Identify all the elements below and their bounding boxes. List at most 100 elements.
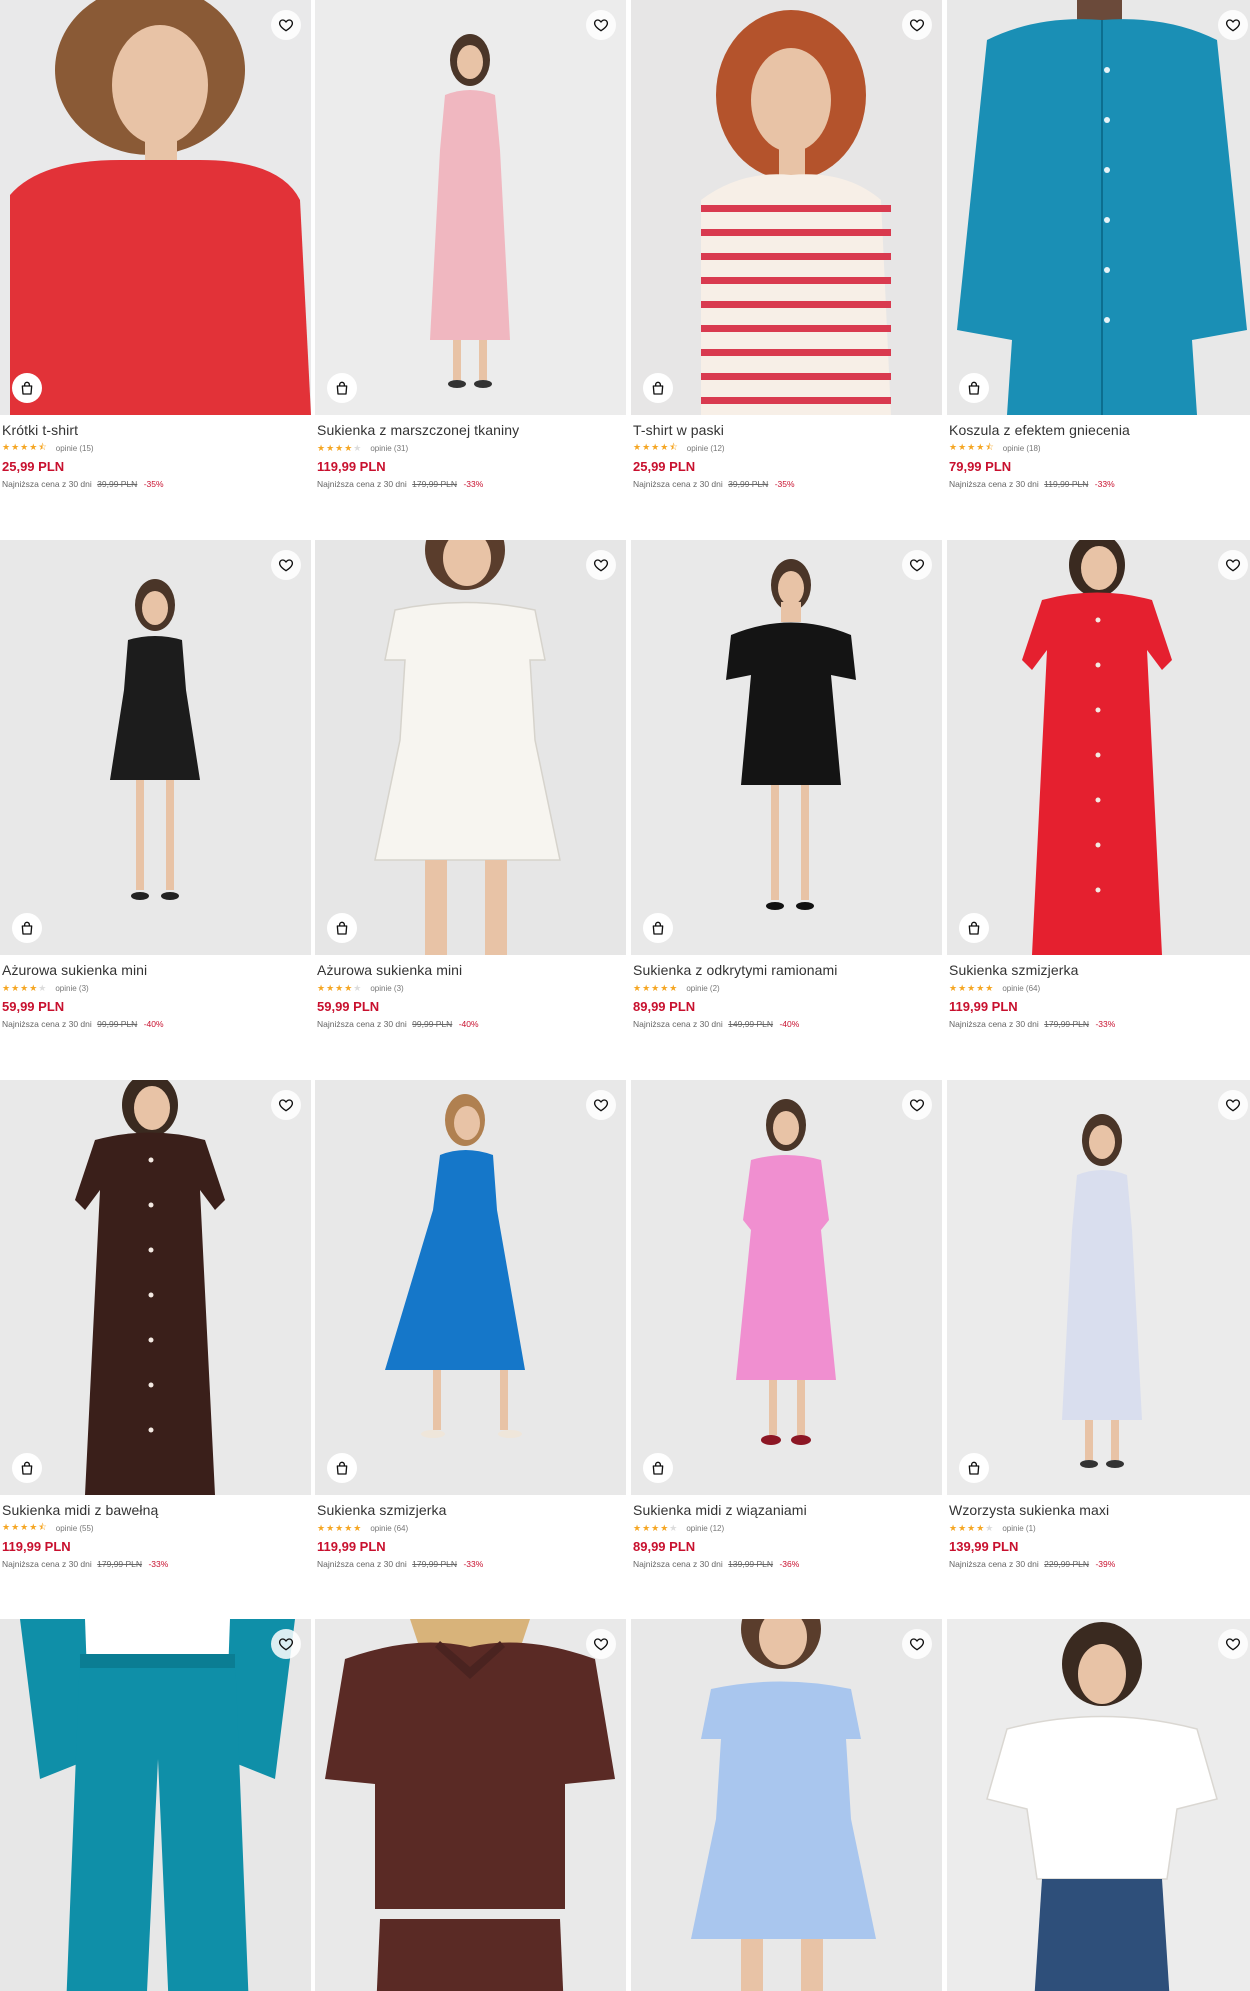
product-image[interactable] [0,1080,311,1495]
product-card[interactable] [0,1619,311,1991]
wishlist-heart-icon[interactable] [271,1090,301,1120]
product-name[interactable]: Krótki t-shirt [2,422,309,438]
product-name[interactable]: Ażurowa sukienka mini [2,962,309,978]
rating-stars-icon: ★★★★★ [2,982,48,993]
lowest-price-note: Najniższa cena z 30 dni 39,99 PLN -35% [633,479,940,489]
discount-badge: -36% [779,1559,800,1569]
product-image[interactable] [315,0,626,415]
product-name[interactable]: T-shirt w paski [633,422,940,438]
product-card[interactable]: Sukienka midi z bawełną ★★★★⯪ opinie (55… [0,1080,311,1569]
product-card[interactable]: Sukienka szmizjerka ★★★★★ opinie (64) 11… [947,540,1250,1029]
review-count[interactable]: opinie (12) [686,1524,724,1533]
product-image[interactable] [315,540,626,955]
product-name[interactable]: Sukienka z odkrytymi ramionami [633,962,940,978]
product-card[interactable]: Wzorzysta sukienka maxi ★★★★★ opinie (1)… [947,1080,1250,1569]
product-card[interactable]: Sukienka szmizjerka ★★★★★ opinie (64) 11… [315,1080,626,1569]
product-card[interactable] [947,1619,1250,1991]
wishlist-heart-icon[interactable] [586,550,616,580]
wishlist-heart-icon[interactable] [1218,550,1248,580]
product-card[interactable]: Sukienka midi z wiązaniami ★★★★★ opinie … [631,1080,942,1569]
product-image[interactable] [315,1619,626,1991]
lowest-price-label: Najniższa cena z 30 dni [949,1019,1039,1029]
product-image[interactable] [947,1080,1250,1495]
add-to-bag-icon[interactable] [643,373,673,403]
add-to-bag-icon[interactable] [643,1453,673,1483]
product-image[interactable] [947,0,1250,415]
wishlist-heart-icon[interactable] [1218,1090,1248,1120]
review-count[interactable]: opinie (31) [370,444,408,453]
product-name[interactable]: Koszula z efektem gniecenia [949,422,1250,438]
wishlist-heart-icon[interactable] [1218,10,1248,40]
product-card[interactable]: Sukienka z odkrytymi ramionami ★★★★★ opi… [631,540,942,1029]
add-to-bag-icon[interactable] [327,1453,357,1483]
product-image[interactable] [631,0,942,415]
product-name[interactable]: Sukienka szmizjerka [317,1502,624,1518]
product-image[interactable] [0,540,311,955]
review-count[interactable]: opinie (3) [55,984,88,993]
product-name[interactable]: Sukienka z marszczonej tkaniny [317,422,624,438]
review-count[interactable]: opinie (55) [56,1524,94,1533]
lowest-price-note: Najniższa cena z 30 dni 119,99 PLN -33% [949,479,1250,489]
add-to-bag-icon[interactable] [959,373,989,403]
product-card[interactable]: T-shirt w paski ★★★★⯪ opinie (12) 25,99 … [631,0,942,489]
product-name[interactable]: Wzorzysta sukienka maxi [949,1502,1250,1518]
wishlist-heart-icon[interactable] [902,550,932,580]
add-to-bag-icon[interactable] [643,913,673,943]
wishlist-heart-icon[interactable] [271,1629,301,1659]
product-image[interactable] [631,1080,942,1495]
product-name[interactable]: Sukienka midi z wiązaniami [633,1502,940,1518]
lowest-price-note: Najniższa cena z 30 dni 99,99 PLN -40% [2,1019,309,1029]
product-name[interactable]: Ażurowa sukienka mini [317,962,624,978]
wishlist-heart-icon[interactable] [586,1629,616,1659]
add-to-bag-icon[interactable] [959,913,989,943]
product-card[interactable]: Ażurowa sukienka mini ★★★★★ opinie (3) 5… [315,540,626,1029]
old-price: 39,99 PLN [97,479,138,489]
add-to-bag-icon[interactable] [327,913,357,943]
product-image[interactable] [631,1619,942,1991]
review-count[interactable]: opinie (12) [687,444,725,453]
wishlist-heart-icon[interactable] [902,1629,932,1659]
product-name[interactable]: Sukienka midi z bawełną [2,1502,309,1518]
product-image[interactable] [947,1619,1250,1991]
product-card[interactable] [631,1619,942,1991]
add-to-bag-icon[interactable] [12,373,42,403]
review-count[interactable]: opinie (64) [370,1524,408,1533]
wishlist-heart-icon[interactable] [902,1090,932,1120]
add-to-bag-icon[interactable] [327,373,357,403]
product-photo [631,1080,942,1495]
product-image[interactable] [631,540,942,955]
add-to-bag-icon[interactable] [12,913,42,943]
product-rating: ★★★★★ opinie (64) [949,983,1250,993]
review-count[interactable]: opinie (2) [686,984,719,993]
product-info: Sukienka szmizjerka ★★★★★ opinie (64) 11… [315,1495,626,1569]
product-price: 89,99 PLN [633,999,696,1014]
wishlist-heart-icon[interactable] [586,10,616,40]
add-to-bag-icon[interactable] [12,1453,42,1483]
lowest-price-label: Najniższa cena z 30 dni [2,1559,92,1569]
product-image[interactable] [0,1619,311,1991]
wishlist-heart-icon[interactable] [586,1090,616,1120]
product-card[interactable]: Sukienka z marszczonej tkaniny ★★★★★ opi… [315,0,626,489]
lowest-price-note: Najniższa cena z 30 dni 99,99 PLN -40% [317,1019,624,1029]
review-count[interactable]: opinie (1) [1002,1524,1035,1533]
wishlist-heart-icon[interactable] [271,10,301,40]
add-to-bag-icon[interactable] [959,1453,989,1483]
product-image[interactable] [0,0,311,415]
discount-badge: -33% [1094,479,1115,489]
review-count[interactable]: opinie (3) [370,984,403,993]
old-price: 179,99 PLN [1044,1019,1090,1029]
product-card[interactable]: Krótki t-shirt ★★★★⯪ opinie (15) 25,99 P… [0,0,311,489]
wishlist-heart-icon[interactable] [271,550,301,580]
product-image[interactable] [315,1080,626,1495]
product-image[interactable] [947,540,1250,955]
product-card[interactable]: Ażurowa sukienka mini ★★★★★ opinie (3) 5… [0,540,311,1029]
product-name[interactable]: Sukienka szmizjerka [949,962,1250,978]
review-count[interactable]: opinie (64) [1002,984,1040,993]
review-count[interactable]: opinie (18) [1003,444,1041,453]
product-card[interactable]: Koszula z efektem gniecenia ★★★★⯪ opinie… [947,0,1250,489]
review-count[interactable]: opinie (15) [56,444,94,453]
wishlist-heart-icon[interactable] [1218,1629,1248,1659]
wishlist-heart-icon[interactable] [902,10,932,40]
discount-badge: -35% [143,479,164,489]
product-card[interactable] [315,1619,626,1991]
